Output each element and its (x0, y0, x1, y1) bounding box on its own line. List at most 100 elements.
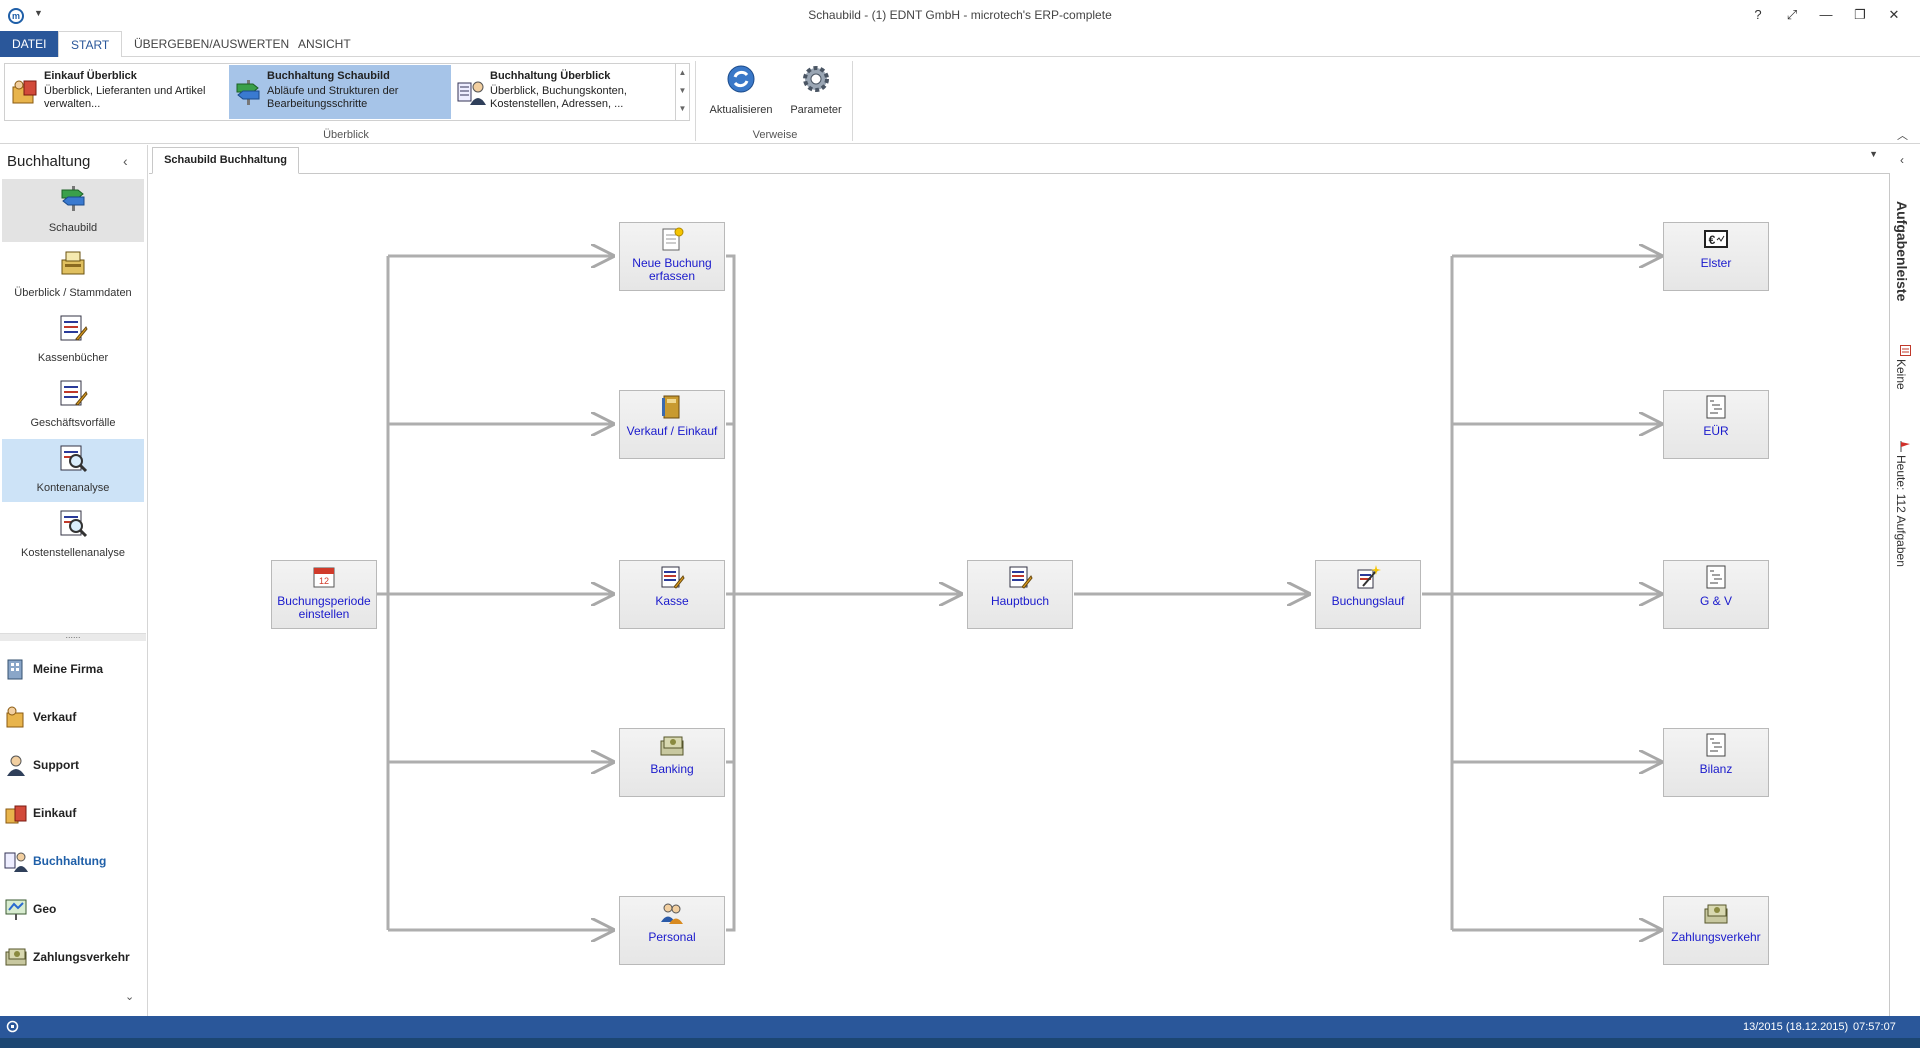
group-label-verweise: Verweise (752, 129, 798, 141)
node-guv[interactable]: G & V (1663, 560, 1769, 629)
node-euer[interactable]: EÜR (1663, 390, 1769, 459)
gallery-item-buchhaltung-schaubild[interactable]: Buchhaltung Schaubild Abläufe und Strukt… (229, 65, 451, 119)
gallery-item-desc: Überblick, Buchungskonten, Kostenstellen… (490, 85, 627, 110)
node-verkauf-einkauf[interactable]: Verkauf / Einkauf (619, 390, 725, 459)
folder-book-icon (662, 395, 680, 419)
magnifier-ledger-icon (60, 445, 88, 473)
svg-text:12: 12 (319, 576, 329, 586)
status-app-icon (6, 1020, 19, 1033)
nav-item-label: Schaubild (48, 222, 98, 234)
fullscreen-button[interactable]: ⤢ (1780, 6, 1804, 24)
task-pane-keine[interactable]: Keine (1894, 359, 1908, 390)
parameter-button[interactable]: Parameter (783, 63, 849, 123)
node-label: Hauptbuch (990, 594, 1050, 608)
minimize-button[interactable]: — (1814, 6, 1838, 24)
node-kasse[interactable]: Kasse (619, 560, 725, 629)
node-elster[interactable]: € Elster (1663, 222, 1769, 291)
nav-item-label: Geschäftsvorfälle (30, 417, 116, 429)
doc-tab-schaubild[interactable]: Schaubild Buchhaltung (152, 147, 299, 174)
restore-button[interactable]: ❐ (1848, 6, 1872, 24)
shopping-bags-icon (5, 805, 27, 824)
shopping-bag-icon (6, 706, 24, 728)
module-zahlungsverkehr[interactable]: Zahlungsverkehr (4, 936, 144, 976)
node-zahlungsverkehr[interactable]: Zahlungsverkehr (1663, 896, 1769, 965)
nav-item-geschaeftsvorfaelle[interactable]: Geschäftsvorfälle (2, 374, 144, 437)
refresh-icon (727, 65, 755, 93)
tab-datei[interactable]: DATEI (0, 31, 59, 57)
people-icon (661, 903, 683, 924)
nav-item-label: Kassenbücher (37, 352, 109, 364)
node-label: Bilanz (1699, 762, 1733, 776)
task-pane-expand-icon[interactable]: ‹ (1900, 153, 1904, 167)
map-board-icon (5, 899, 27, 920)
node-banking[interactable]: Banking (619, 728, 725, 797)
magic-wand-icon (1357, 565, 1381, 589)
node-label: G & V (1699, 594, 1732, 608)
tab-start[interactable]: START (58, 31, 123, 58)
nav-more-chevron-icon[interactable]: ⌄ (125, 990, 134, 1003)
nav-splitter[interactable]: ...... (0, 631, 146, 641)
module-support[interactable]: Support (4, 744, 144, 784)
tab-ansicht[interactable]: ANSICHT (286, 31, 363, 57)
signpost-icon (61, 186, 85, 211)
aktualisieren-button[interactable]: Aktualisieren (708, 63, 774, 123)
gallery-item-buchhaltung-ueberblick[interactable]: Buchhaltung Überblick Überblick, Buchung… (452, 65, 674, 119)
scroll-up-icon[interactable]: ▲ (676, 64, 689, 82)
node-bilanz[interactable]: Bilanz (1663, 728, 1769, 797)
status-period: 13/2015 (18.12.2015) (1743, 1021, 1849, 1033)
nav-item-kassenbuecher[interactable]: Kassenbücher (2, 309, 144, 372)
money-icon (660, 736, 684, 756)
nav-item-label: Überblick / Stammdaten (14, 287, 132, 299)
doc-tab-dropdown-icon[interactable]: ▼ (1869, 149, 1878, 159)
module-einkauf[interactable]: Einkauf (4, 792, 144, 832)
ribbon-collapse-icon[interactable]: ︿ (1897, 127, 1908, 143)
node-label: Neue Buchung erfassen (632, 256, 712, 283)
module-buchhaltung[interactable]: Buchhaltung (4, 840, 144, 880)
nav-item-label: Kontenanalyse (36, 482, 110, 494)
gallery-scrollbar[interactable]: ▲ ▼ ▼ (675, 64, 689, 120)
nav-item-schaubild[interactable]: Schaubild (2, 179, 144, 242)
close-button[interactable]: ✕ (1882, 6, 1906, 24)
module-verkauf[interactable]: Verkauf (4, 696, 144, 736)
node-label: Buchungsperiode einstellen (277, 594, 371, 621)
nav-item-label: Kostenstellenanalyse (21, 547, 125, 559)
building-icon (7, 659, 23, 680)
nav-item-kontenanalyse[interactable]: Kontenanalyse (2, 439, 144, 502)
gallery-item-desc: Abläufe und Strukturen der Bearbeitungss… (267, 85, 399, 110)
scroll-down-icon[interactable]: ▼ (676, 82, 689, 100)
support-person-icon (7, 755, 25, 776)
accountant-icon (4, 852, 28, 872)
button-label: Aktualisieren (709, 104, 773, 116)
gallery-item-einkauf-ueberblick[interactable]: Einkauf Überblick Überblick, Lieferanten… (6, 65, 228, 119)
elster-euro-icon: € (1704, 230, 1728, 248)
ledger-pen-icon (661, 566, 685, 589)
gallery-expand-icon[interactable]: ▼ (676, 100, 689, 118)
node-label: Kasse (655, 594, 689, 608)
gallery-item-title: Einkauf Überblick (44, 70, 137, 82)
task-pane-heute[interactable]: Heute: 112 Aufgaben (1894, 455, 1908, 567)
node-buchungslauf[interactable]: Buchungslauf (1315, 560, 1421, 629)
tab-uebergeben-auswerten[interactable]: ÜBERGEBEN/AUSWERTEN (122, 31, 301, 57)
module-meine-firma[interactable]: Meine Firma (4, 648, 144, 688)
nav-item-ueberblick-stammdaten[interactable]: Überblick / Stammdaten (2, 244, 144, 307)
task-pane-title[interactable]: Aufgabenleiste (1894, 201, 1910, 301)
module-label: Support (33, 758, 79, 772)
node-label: Banking (650, 762, 694, 776)
ledger-pen-icon (1009, 566, 1033, 589)
ribbon-tabs: DATEI START ÜBERGEBEN/AUSWERTEN ANSICHT (0, 31, 1920, 58)
help-button[interactable]: ? (1746, 6, 1770, 24)
shopping-bag-icon (12, 80, 37, 104)
node-buchungsperiode-einstellen[interactable]: 12 Buchungsperiode einstellen (271, 560, 377, 629)
ledger-pen-icon (60, 380, 88, 406)
module-label: Zahlungsverkehr (33, 950, 130, 964)
node-label: Zahlungsverkehr (1671, 930, 1761, 944)
nav-collapse-icon[interactable]: ‹ (123, 153, 128, 169)
node-neue-buchung-erfassen[interactable]: Neue Buchung erfassen (619, 222, 725, 291)
module-label: Buchhaltung (33, 854, 107, 868)
node-personal[interactable]: Personal (619, 896, 725, 965)
diagram-canvas: 12 Buchungsperiode einstellen Neue Buchu… (149, 174, 1890, 1016)
node-hauptbuch[interactable]: Hauptbuch (967, 560, 1073, 629)
ribbon-body: Einkauf Überblick Überblick, Lieferanten… (0, 57, 1920, 144)
module-geo[interactable]: Geo (4, 888, 144, 928)
nav-item-kostenstellenanalyse[interactable]: Kostenstellenanalyse (2, 504, 144, 567)
